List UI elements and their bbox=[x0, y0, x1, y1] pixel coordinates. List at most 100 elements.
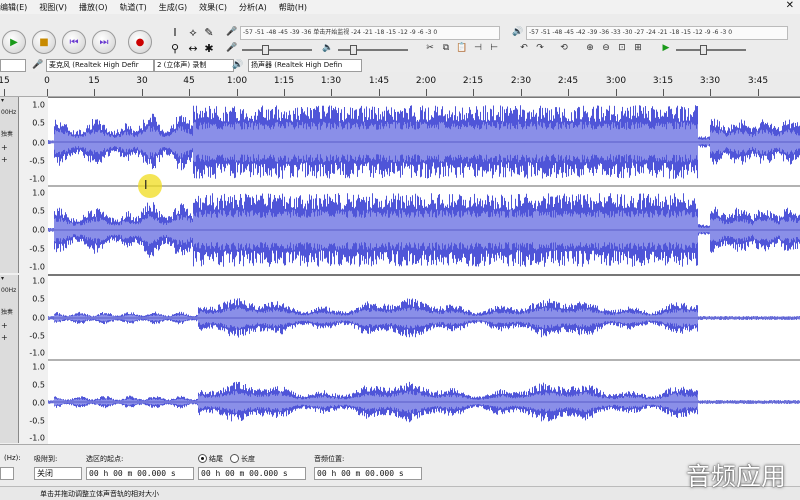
device-toolbar: 🎤 麦克风 (Realtek High Defir 2 (立体声) 录制 🔊 扬… bbox=[0, 58, 800, 73]
track2-waveform[interactable] bbox=[48, 275, 800, 445]
menu-analyze[interactable]: 分析(A) bbox=[239, 2, 267, 13]
selection-tool-icon[interactable]: I bbox=[168, 26, 182, 40]
mic-volume-icon: 🎤 bbox=[226, 43, 238, 53]
close-icon[interactable]: ✕ bbox=[786, 0, 794, 11]
recording-device-dropdown[interactable]: 麦克风 (Realtek High Defir bbox=[46, 59, 154, 72]
playback-volume-knob[interactable] bbox=[350, 45, 357, 55]
cut-icon[interactable]: ✂ bbox=[424, 42, 436, 54]
menu-transport[interactable]: 播放(O) bbox=[79, 2, 108, 13]
ruler-tick-mark bbox=[616, 89, 617, 96]
channels-dropdown[interactable]: 2 (立体声) 录制 bbox=[154, 59, 234, 72]
track1-pan-icon[interactable]: + bbox=[1, 155, 8, 164]
ruler-tick-mark bbox=[521, 89, 522, 96]
silence-icon[interactable]: ⊢ bbox=[488, 42, 500, 54]
skip-start-button[interactable]: ⏮ bbox=[62, 30, 86, 54]
tick-label: -1.0 bbox=[29, 174, 45, 184]
menu-effect[interactable]: 效果(C) bbox=[199, 2, 227, 13]
tick-label: 0.5 bbox=[32, 118, 45, 128]
track1-gain-icon[interactable]: + bbox=[1, 143, 8, 152]
undo-icon[interactable]: ↶ bbox=[518, 42, 530, 54]
tick-label: 0.5 bbox=[32, 380, 45, 390]
host-dropdown[interactable] bbox=[0, 59, 26, 72]
ruler-tick-mark bbox=[663, 89, 664, 96]
playback-volume-slider[interactable] bbox=[338, 49, 408, 51]
main-toolbar: ▶ ■ ⏮ ⏭ ● I ⟡ ✎ ⚲ ↔ ✱ 🎤 -57 -51 -48 -45 … bbox=[0, 14, 800, 59]
ruler-tick-label: 0 bbox=[44, 76, 50, 86]
play-button[interactable]: ▶ bbox=[2, 30, 26, 54]
zoom-out-icon[interactable]: ⊖ bbox=[600, 42, 612, 54]
copy-icon[interactable]: ⧉ bbox=[440, 42, 452, 54]
record-icon: ● bbox=[135, 36, 145, 48]
ruler-tick-mark bbox=[189, 89, 190, 96]
ruler-tick-label: 2:30 bbox=[510, 76, 532, 86]
selection-end-field[interactable]: 00 h 00 m 00.000 s bbox=[198, 467, 306, 480]
ruler-tick-mark bbox=[331, 89, 332, 96]
menu-help[interactable]: 帮助(H) bbox=[279, 2, 307, 13]
record-volume-knob[interactable] bbox=[262, 45, 269, 55]
ruler-tick-label: 1:45 bbox=[368, 76, 390, 86]
draw-tool-icon[interactable]: ✎ bbox=[202, 26, 216, 40]
end-radio[interactable] bbox=[198, 454, 207, 463]
record-button[interactable]: ● bbox=[128, 30, 152, 54]
tick-label: 0.5 bbox=[32, 206, 45, 216]
selection-start-field[interactable]: 00 h 00 m 00.000 s bbox=[86, 467, 194, 480]
record-meter[interactable]: -57 -51 -48 -45 -39 -36 单击开始监视 -24 -21 -… bbox=[240, 26, 500, 40]
sync-lock-icon[interactable]: ⟲ bbox=[558, 42, 570, 54]
track2-control-panel[interactable]: ▾ 00Hz 独奏 + + bbox=[0, 275, 19, 443]
redo-icon[interactable]: ↷ bbox=[534, 42, 546, 54]
ruler-tick-mark bbox=[4, 89, 5, 96]
track2-solo-button[interactable]: 独奏 bbox=[1, 307, 13, 316]
ruler-tick-label: 2:15 bbox=[462, 76, 484, 86]
menu-tracks[interactable]: 轨道(T) bbox=[120, 2, 147, 13]
tick-label: -0.5 bbox=[29, 156, 45, 166]
fit-project-icon[interactable]: ⊞ bbox=[632, 42, 644, 54]
speaker-device-icon: 🔊 bbox=[232, 60, 244, 70]
stop-button[interactable]: ■ bbox=[32, 30, 56, 54]
microphone-icon: 🎤 bbox=[226, 27, 238, 37]
play-speed-slider[interactable] bbox=[676, 49, 746, 51]
menu-edit[interactable]: 编辑(E) bbox=[0, 2, 27, 13]
multi-tool-icon[interactable]: ✱ bbox=[202, 42, 216, 56]
ruler-tick-mark bbox=[379, 89, 380, 96]
ruler-tick-label: 1:15 bbox=[273, 76, 295, 86]
ruler-tick-mark bbox=[142, 89, 143, 96]
record-volume-slider[interactable] bbox=[242, 49, 312, 51]
tick-label: 0.0 bbox=[32, 225, 45, 235]
ruler-tick-label: 1:30 bbox=[320, 76, 342, 86]
playback-meter[interactable]: -57 -51 -48 -45 -42 -39 -36 -33 -30 -27 … bbox=[526, 26, 788, 40]
menu-generate[interactable]: 生成(G) bbox=[159, 2, 187, 13]
length-radio[interactable] bbox=[230, 454, 239, 463]
play-at-speed-icon[interactable]: ▶ bbox=[660, 42, 672, 54]
playback-device-dropdown[interactable]: 扬声器 (Realtek High Defin bbox=[248, 59, 362, 72]
zoom-in-icon[interactable]: ⊕ bbox=[584, 42, 596, 54]
snap-to-dropdown[interactable]: 关闭 bbox=[34, 467, 82, 480]
skip-end-button[interactable]: ⏭ bbox=[92, 30, 116, 54]
ruler-tick-label: 2:45 bbox=[557, 76, 579, 86]
tick-label: -1.0 bbox=[29, 262, 45, 272]
status-text: 单击并拖动调整立体声音轨的相对大小 bbox=[40, 490, 159, 498]
track1-menu-arrow[interactable]: ▾ bbox=[1, 97, 4, 104]
envelope-tool-icon[interactable]: ⟡ bbox=[186, 26, 200, 40]
track1-control-panel[interactable]: ▾ 00Hz 独奏 + + bbox=[0, 97, 19, 273]
fit-selection-icon[interactable]: ⊡ bbox=[616, 42, 628, 54]
timeshift-tool-icon[interactable]: ↔ bbox=[186, 42, 200, 56]
ruler-tick-label: 45 bbox=[183, 76, 195, 86]
track2-gain-icon[interactable]: + bbox=[1, 321, 8, 330]
track2-pan-icon[interactable]: + bbox=[1, 333, 8, 342]
ruler-tick-label: 15 bbox=[88, 76, 100, 86]
tick-label: 0.0 bbox=[32, 138, 45, 148]
ruler-tick-label: 3:00 bbox=[605, 76, 627, 86]
ruler-tick-mark bbox=[94, 89, 95, 96]
timeline-ruler[interactable]: 15 0 15 30 45 1:00 1:15 1:30 1:45 2:00 2:15 2:30 2:4… bbox=[0, 72, 800, 97]
project-rate-dropdown[interactable] bbox=[0, 467, 14, 480]
paste-icon[interactable]: 📋 bbox=[456, 42, 468, 54]
audio-position-field[interactable]: 00 h 00 m 00.000 s bbox=[314, 467, 422, 480]
track1-solo-button[interactable]: 独奏 bbox=[1, 129, 13, 138]
status-bar: 单击并拖动调整立体声音轨的相对大小 bbox=[0, 486, 800, 500]
track2-menu-arrow[interactable]: ▾ bbox=[1, 275, 4, 282]
play-speed-knob[interactable] bbox=[700, 45, 707, 55]
trim-icon[interactable]: ⊣ bbox=[472, 42, 484, 54]
tick-label: -0.5 bbox=[29, 244, 45, 254]
menu-view[interactable]: 视图(V) bbox=[39, 2, 67, 13]
zoom-tool-icon[interactable]: ⚲ bbox=[168, 42, 182, 56]
